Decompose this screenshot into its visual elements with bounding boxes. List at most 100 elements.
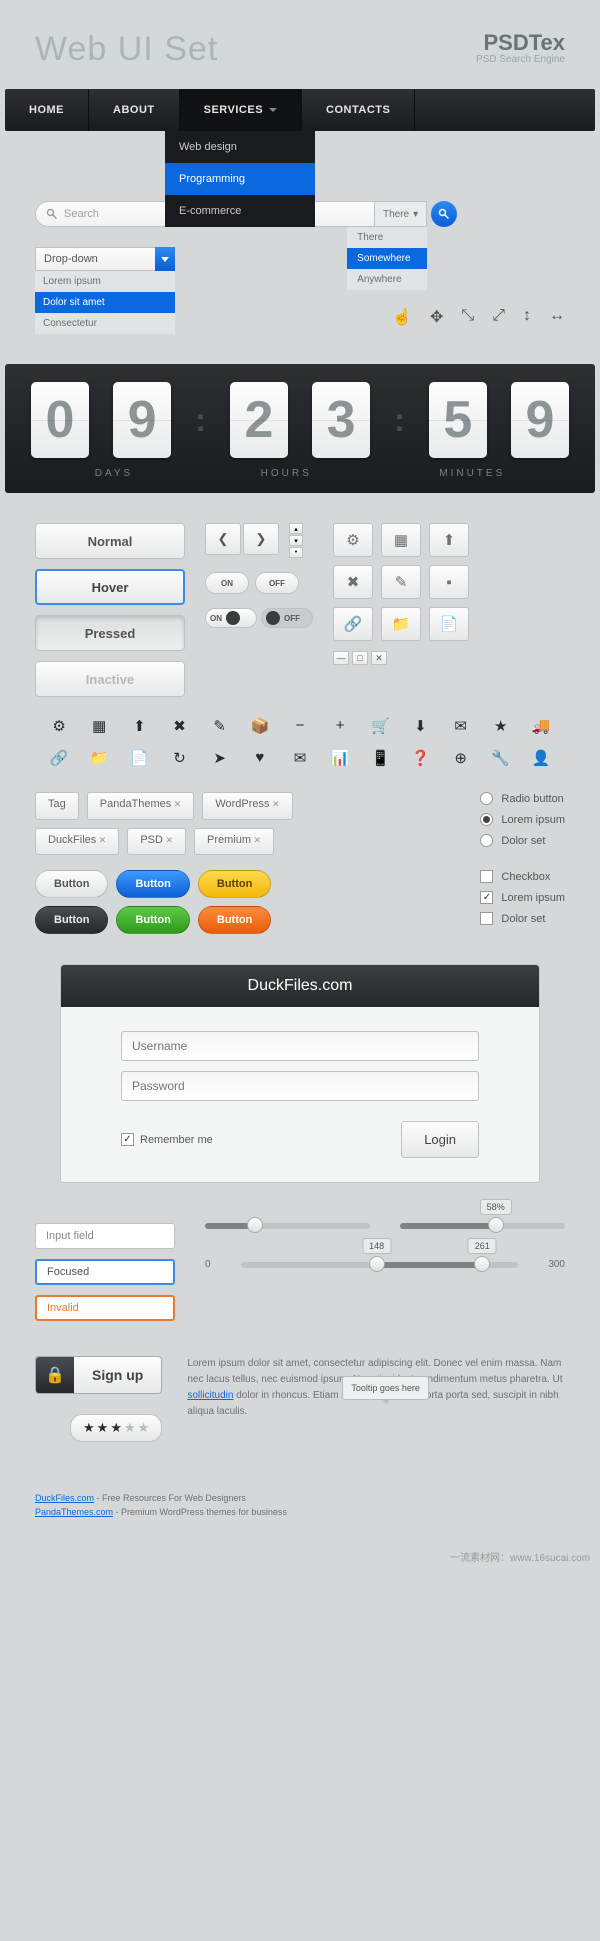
toggle-on[interactable]: ON [205, 572, 249, 594]
radio-3[interactable]: Dolor set [480, 834, 565, 847]
tag[interactable]: DuckFiles [35, 828, 119, 856]
edit-icon-button[interactable]: ✎ [381, 565, 421, 599]
radio-2[interactable]: Lorem ipsum [480, 813, 565, 826]
box-icon[interactable]: 📦 [246, 717, 274, 735]
check-1[interactable]: Checkbox [480, 870, 565, 883]
upload-icon-button[interactable]: ⬆ [429, 523, 469, 557]
nav-services[interactable]: SERVICES [180, 89, 302, 131]
spin-down[interactable]: ▾ [289, 535, 303, 546]
spin-dot[interactable]: • [289, 547, 303, 558]
switch-off[interactable]: OFF [261, 608, 313, 628]
check-2[interactable]: ✓Lorem ipsum [480, 891, 565, 904]
gear-icon-button[interactable]: ⚙ [333, 523, 373, 557]
wrench-icon[interactable]: 🔧 [487, 749, 515, 767]
dropdown-item[interactable]: Consectetur [35, 313, 175, 334]
tag[interactable]: PandaThemes [87, 792, 195, 820]
prev-button[interactable]: ❮ [205, 523, 241, 555]
login-button[interactable]: Login [401, 1121, 479, 1158]
nav-home[interactable]: HOME [5, 89, 89, 131]
pill-button[interactable]: Button [198, 906, 271, 934]
truck-icon[interactable]: 🚚 [527, 717, 555, 735]
pill-button[interactable]: Button [35, 870, 108, 898]
plus-icon[interactable]: + [326, 717, 354, 735]
footer-link[interactable]: PandaThemes.com [35, 1507, 113, 1517]
target-icon[interactable]: ⊕ [447, 749, 475, 767]
scope-option[interactable]: Somewhere [347, 248, 427, 269]
cart-icon[interactable]: 🛒 [366, 717, 394, 735]
nav-about[interactable]: ABOUT [89, 89, 180, 131]
help-icon[interactable]: ❓ [406, 749, 434, 767]
signup-button[interactable]: 🔒 Sign up [35, 1356, 162, 1394]
folder-icon-button[interactable]: 📁 [381, 607, 421, 641]
search-scope-select[interactable]: There ▾ [375, 201, 427, 227]
pill-button[interactable]: Button [116, 906, 189, 934]
gear-icon[interactable]: ⚙ [45, 717, 73, 735]
submenu-programming[interactable]: Programming [165, 163, 315, 195]
pill-button[interactable]: Button [116, 870, 189, 898]
hover-button[interactable]: Hover [35, 569, 185, 605]
invalid-field[interactable]: Invalid [35, 1295, 175, 1321]
mail-icon[interactable]: ✉ [447, 717, 475, 735]
refresh-icon[interactable]: ↻ [165, 749, 193, 767]
maximize-button[interactable]: □ [352, 651, 368, 665]
tag[interactable]: PSD [127, 828, 186, 856]
radio-1[interactable]: Radio button [480, 792, 565, 805]
mail2-icon[interactable]: ✉ [286, 749, 314, 767]
search-button[interactable] [431, 201, 457, 227]
user-icon[interactable]: 👤 [527, 749, 555, 767]
username-field[interactable] [121, 1031, 479, 1061]
file-icon[interactable]: 📄 [125, 749, 153, 767]
close-icon-button[interactable]: ✖ [333, 565, 373, 599]
box-icon-button[interactable]: ▪ [429, 565, 469, 599]
pointer-icon: ☝ [392, 307, 412, 327]
folder-icon[interactable]: 📁 [85, 749, 113, 767]
normal-button[interactable]: Normal [35, 523, 185, 559]
password-field[interactable] [121, 1071, 479, 1101]
file-icon-button[interactable]: 📄 [429, 607, 469, 641]
dropdown-item[interactable]: Lorem ipsum [35, 271, 175, 292]
star-rating[interactable]: ★★★★★ [70, 1414, 162, 1442]
check-3[interactable]: Dolor set [480, 912, 565, 925]
scope-option[interactable]: Anywhere [347, 269, 427, 290]
focused-field[interactable]: Focused [35, 1259, 175, 1285]
footer-link[interactable]: DuckFiles.com [35, 1493, 94, 1503]
slider-1[interactable] [205, 1223, 370, 1229]
switch-on[interactable]: ON [205, 608, 257, 628]
tag[interactable]: Premium [194, 828, 274, 856]
dropdown-item[interactable]: Dolor sit amet [35, 292, 175, 313]
phone-icon[interactable]: 📱 [366, 749, 394, 767]
download-icon[interactable]: ⬇ [406, 717, 434, 735]
input-field[interactable]: Input field [35, 1223, 175, 1249]
edit-icon[interactable]: ✎ [206, 717, 234, 735]
link-icon[interactable]: 🔗 [45, 749, 73, 767]
nav-contacts[interactable]: CONTACTS [302, 89, 415, 131]
tag[interactable]: Tag [35, 792, 79, 820]
pressed-button[interactable]: Pressed [35, 615, 185, 651]
tag[interactable]: WordPress [202, 792, 292, 820]
slider-2[interactable]: 58% [400, 1223, 565, 1229]
pill-button[interactable]: Button [198, 870, 271, 898]
minimize-button[interactable]: — [333, 651, 349, 665]
close-icon[interactable]: ✖ [165, 717, 193, 735]
chart-icon[interactable]: 📊 [326, 749, 354, 767]
layout-icon[interactable]: ▦ [85, 717, 113, 735]
minus-icon[interactable]: − [286, 717, 314, 735]
upload-icon[interactable]: ⬆ [125, 717, 153, 735]
range-slider[interactable]: 148 261 [241, 1262, 519, 1268]
spin-up[interactable]: ▴ [289, 523, 303, 534]
dropdown-toggle[interactable]: Drop-down [35, 247, 175, 271]
remember-checkbox[interactable]: ✓Remember me [121, 1133, 213, 1146]
submenu-ecommerce[interactable]: E-commerce [165, 195, 315, 227]
scope-option[interactable]: There [347, 227, 427, 248]
inline-link[interactable]: sollicitudin [187, 1390, 233, 1401]
submenu-webdesign[interactable]: Web design [165, 131, 315, 163]
toggle-off[interactable]: OFF [255, 572, 299, 594]
heart-icon[interactable]: ♥ [246, 749, 274, 767]
pill-button[interactable]: Button [35, 906, 108, 934]
next-button[interactable]: ❯ [243, 523, 279, 555]
star-icon[interactable]: ★ [487, 717, 515, 735]
close-button[interactable]: ✕ [371, 651, 387, 665]
layout-icon-button[interactable]: ▦ [381, 523, 421, 557]
forward-icon[interactable]: ➤ [206, 749, 234, 767]
link-icon-button[interactable]: 🔗 [333, 607, 373, 641]
